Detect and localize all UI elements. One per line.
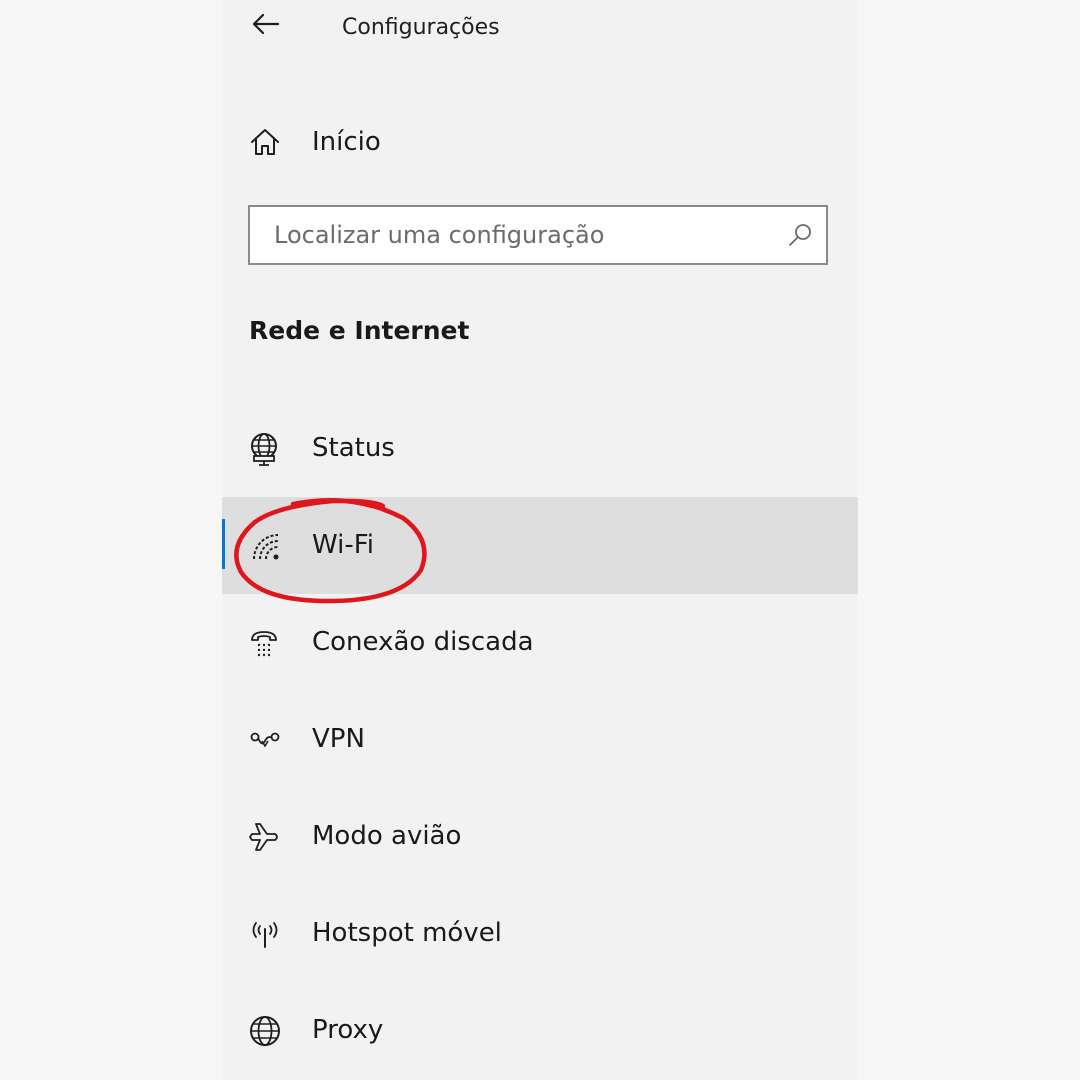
hotspot-icon bbox=[248, 917, 282, 951]
home-icon bbox=[248, 125, 282, 159]
nav-item-label: Proxy bbox=[312, 1015, 384, 1045]
nav-item-label: Status bbox=[312, 433, 395, 463]
globe-icon bbox=[248, 1014, 282, 1048]
search-icon[interactable] bbox=[786, 221, 814, 249]
nav-item-status[interactable]: Status bbox=[222, 400, 858, 497]
nav-item-label: Wi-Fi bbox=[312, 530, 375, 560]
nav-item-hotspot[interactable]: Hotspot móvel bbox=[222, 885, 858, 982]
nav-item-proxy[interactable]: Proxy bbox=[222, 982, 858, 1079]
nav-item-label: VPN bbox=[312, 724, 365, 754]
nav-item-label: Conexão discada bbox=[312, 627, 534, 657]
globe-monitor-icon bbox=[248, 432, 282, 466]
section-heading: Rede e Internet bbox=[249, 316, 470, 345]
nav-item-vpn[interactable]: VPN bbox=[222, 691, 858, 788]
vpn-icon bbox=[248, 723, 282, 757]
nav-item-dialup[interactable]: Conexão discada bbox=[222, 594, 858, 691]
dial-up-phone-icon bbox=[248, 626, 282, 660]
nav-item-label: Hotspot móvel bbox=[312, 918, 502, 948]
wifi-icon bbox=[248, 529, 282, 563]
back-button[interactable] bbox=[246, 8, 286, 44]
search-input[interactable] bbox=[250, 207, 770, 263]
airplane-icon bbox=[248, 820, 282, 854]
nav-home-label: Início bbox=[312, 127, 381, 157]
nav-item-label: Modo avião bbox=[312, 821, 462, 851]
search-box[interactable] bbox=[248, 205, 828, 265]
nav-list: Status Wi-Fi Conexão discada VPN Modo av… bbox=[222, 400, 858, 1079]
arrow-left-icon bbox=[252, 13, 280, 39]
nav-item-airplane-mode[interactable]: Modo avião bbox=[222, 788, 858, 885]
settings-window: Configurações Início Rede e Internet bbox=[0, 0, 1080, 1080]
nav-item-wifi[interactable]: Wi-Fi bbox=[222, 497, 858, 594]
selection-indicator bbox=[222, 519, 225, 569]
nav-home[interactable]: Início bbox=[222, 112, 858, 172]
app-title: Configurações bbox=[342, 15, 500, 40]
